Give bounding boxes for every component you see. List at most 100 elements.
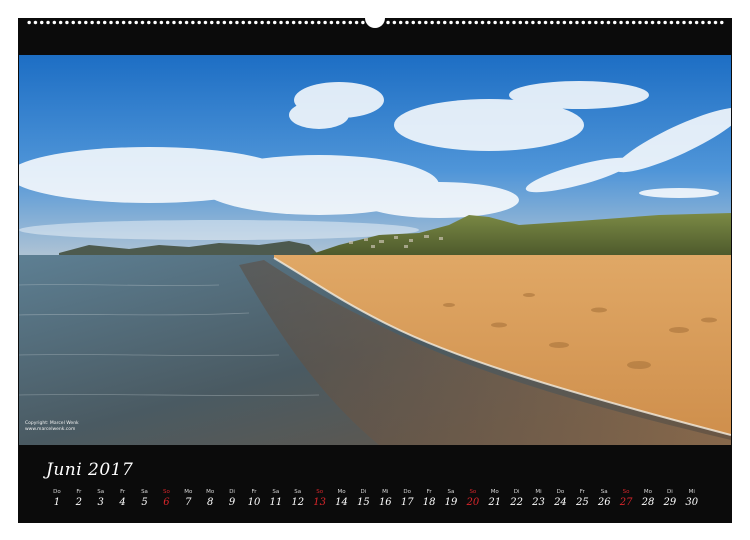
- day-cell: Fr 2: [68, 488, 90, 509]
- weekday-label: Mo: [184, 489, 193, 495]
- day-cell: Mo 21: [484, 488, 506, 509]
- day-cell: Mo 14: [331, 488, 353, 509]
- day-cell: So 6: [155, 488, 177, 509]
- weekday-label: Do: [53, 489, 61, 495]
- day-number: 18: [422, 497, 436, 508]
- day-cell: Sa 26: [593, 488, 615, 509]
- weekday-label: Di: [667, 489, 673, 495]
- weekday-label: Mo: [337, 489, 346, 495]
- weekday-label: Fr: [251, 489, 257, 495]
- days-row: Do 1 Fr 2 Sa 3 Fr 4 Sa 5 So 6 Mo 7 Mo 8 Di 9 Fr 10 Sa 11 Sa 12 S…: [46, 488, 703, 509]
- day-number: 28: [641, 497, 655, 508]
- credit-website: www.marcelwenk.com: [25, 427, 76, 432]
- weekday-label: Mi: [382, 489, 389, 495]
- day-cell: Di 15: [352, 488, 374, 509]
- day-cell: Fr 18: [418, 488, 440, 509]
- day-cell: Do 24: [549, 488, 571, 509]
- weekday-label: Do: [556, 489, 565, 495]
- day-number: 22: [510, 497, 524, 508]
- day-number: 10: [247, 497, 261, 508]
- weekday-label: Sa: [272, 489, 280, 495]
- day-cell: So 27: [615, 488, 637, 509]
- day-number: 2: [75, 497, 83, 508]
- weekday-label: So: [622, 489, 630, 495]
- day-cell: Sa 11: [265, 488, 287, 509]
- weekday-label: Fr: [579, 489, 585, 495]
- day-number: 29: [663, 497, 677, 508]
- day-number: 4: [119, 497, 126, 508]
- day-cell: Mi 23: [528, 488, 550, 509]
- day-number: 11: [269, 497, 283, 508]
- weekday-label: Sa: [600, 489, 608, 495]
- day-cell: Sa 5: [134, 488, 156, 509]
- month-title: Juni 2017: [46, 460, 134, 480]
- day-cell: Mo 7: [177, 488, 199, 509]
- day-cell: Sa 3: [90, 488, 112, 509]
- day-cell: Fr 25: [571, 488, 593, 509]
- hanger-notch: [365, 14, 385, 28]
- day-number: 25: [575, 497, 589, 508]
- weekday-label: Mo: [206, 489, 215, 495]
- beach-landscape-image: [19, 55, 731, 445]
- day-number: 13: [313, 497, 326, 508]
- weekday-label: Di: [360, 489, 367, 495]
- day-number: 15: [357, 497, 370, 508]
- day-number: 30: [685, 497, 699, 508]
- day-cell: Sa 19: [440, 488, 462, 509]
- weekday-label: Sa: [97, 489, 105, 495]
- weekday-label: So: [162, 489, 170, 495]
- weekday-label: Mo: [490, 489, 499, 495]
- day-number: 16: [378, 497, 392, 508]
- day-number: 20: [466, 497, 480, 508]
- day-number: 9: [228, 497, 236, 508]
- weekday-label: Fr: [426, 489, 432, 495]
- weekday-label: Sa: [141, 489, 148, 495]
- day-cell: Mi 16: [374, 488, 396, 509]
- day-number: 21: [488, 497, 502, 508]
- day-number: 6: [163, 497, 170, 508]
- spiral-binding: [18, 14, 732, 28]
- day-number: 27: [619, 497, 633, 508]
- day-cell: Do 1: [46, 488, 68, 509]
- weekday-label: Di: [513, 489, 520, 495]
- day-number: 7: [185, 497, 192, 508]
- weekday-label: Mi: [535, 489, 542, 495]
- day-cell: So 20: [462, 488, 484, 509]
- day-number: 14: [335, 497, 348, 508]
- day-cell: Sa 12: [287, 488, 309, 509]
- photo-credit: Copyright: Marcel Wenk www.marcelwenk.co…: [25, 421, 79, 433]
- day-cell: Mo 28: [637, 488, 659, 509]
- day-number: 26: [597, 497, 611, 508]
- weekday-label: Fr: [76, 489, 82, 495]
- weekday-label: Sa: [294, 489, 302, 495]
- day-cell: Fr 4: [112, 488, 134, 509]
- day-number: 1: [53, 497, 61, 508]
- day-cell: Di 9: [221, 488, 243, 509]
- weekday-label: Di: [229, 489, 235, 495]
- day-number: 8: [206, 497, 214, 508]
- day-cell: So 13: [309, 488, 331, 509]
- weekday-label: So: [316, 489, 324, 495]
- weekday-label: Mi: [688, 489, 695, 495]
- weekday-label: Fr: [120, 489, 126, 495]
- day-cell: Mi 30: [681, 488, 703, 509]
- wall-calendar: Copyright: Marcel Wenk www.marcelwenk.co…: [18, 14, 732, 523]
- beach-photo: [19, 55, 731, 445]
- day-number: 19: [444, 497, 458, 508]
- day-cell: Do 17: [396, 488, 418, 509]
- day-cell: Mo 8: [199, 488, 221, 509]
- day-number: 12: [291, 497, 305, 508]
- day-number: 17: [400, 497, 414, 508]
- day-cell: Di 22: [506, 488, 528, 509]
- weekday-label: Do: [403, 489, 411, 495]
- day-number: 5: [141, 497, 148, 508]
- day-number: 23: [532, 497, 545, 508]
- weekday-label: So: [469, 489, 477, 495]
- calendar-strip: Juni 2017 Do 1 Fr 2 Sa 3 Fr 4 Sa 5 So 6 Mo 7 Mo 8 Di 9 Fr 1…: [18, 448, 732, 523]
- weekday-label: Mo: [643, 489, 653, 495]
- day-number: 24: [554, 497, 567, 508]
- day-cell: Di 29: [659, 488, 681, 509]
- day-number: 3: [97, 497, 104, 508]
- weekday-label: Sa: [447, 489, 455, 495]
- day-cell: Fr 10: [243, 488, 265, 509]
